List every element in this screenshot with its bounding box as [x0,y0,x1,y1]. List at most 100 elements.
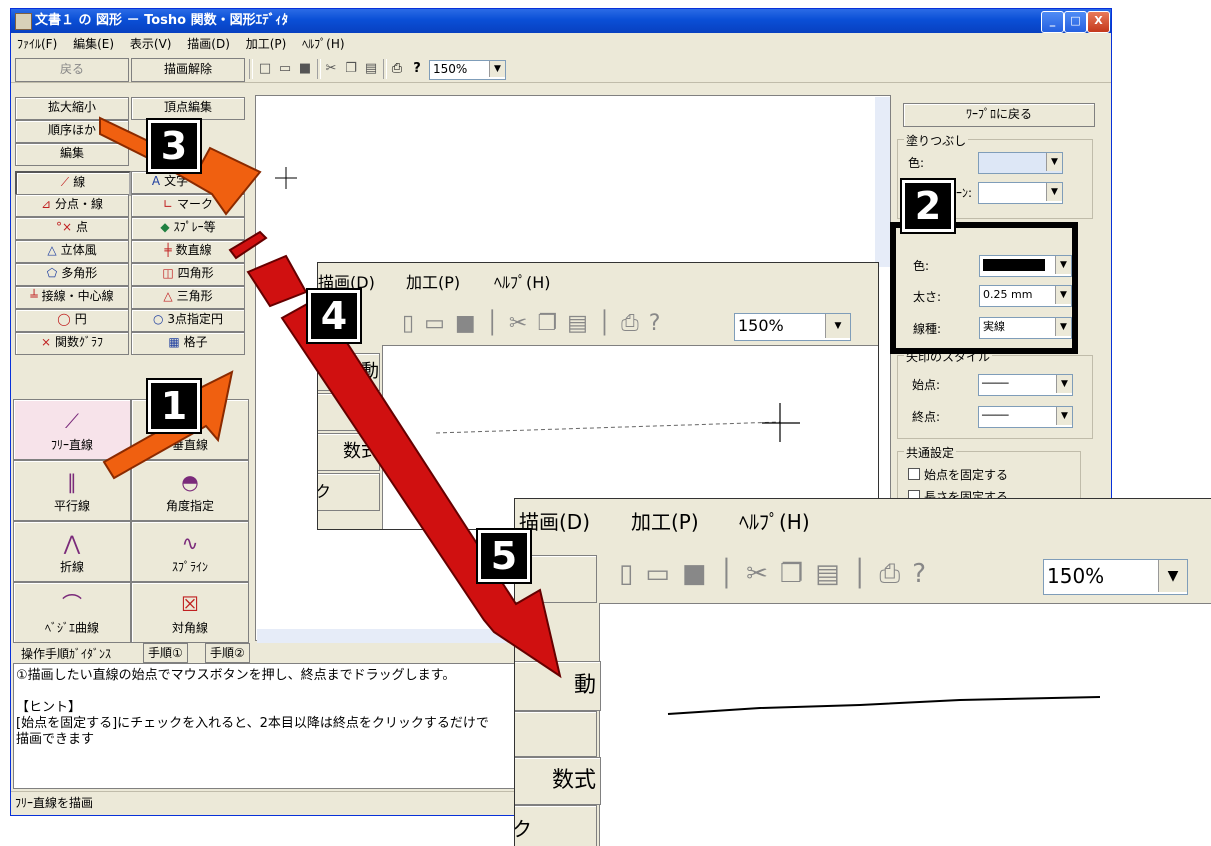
tool-rectangle[interactable]: ◫ 四角形 [131,263,245,286]
zoom-select[interactable]: 150% ▼ [429,60,506,80]
back-to-word-button[interactable]: ﾜｰﾌﾟﾛに戻る [903,103,1095,127]
close-button[interactable]: X [1087,11,1110,33]
chevron-down-icon: ▼ [1056,407,1072,425]
toolbar-separator [317,59,321,79]
zoom-panel-4: 描画(D) 加工(P) ﾍﾙﾌﾟ(H) ▯▭■│✂❐▤│⎙? 150% ▼ 動 … [317,262,879,530]
zoom5-side-button[interactable]: 動 [515,661,601,711]
menu-help[interactable]: ﾍﾙﾌﾟ(H) [494,263,551,303]
callout-5: 5 [476,528,532,584]
circle-icon: ◯ [57,312,71,326]
menu-draw[interactable]: 描画(D) [187,37,230,51]
diagonal-button[interactable]: ☒ 対角線 [131,582,249,643]
callout-4: 4 [306,288,362,344]
tool-division[interactable]: ⊿ 分点・線 [15,194,129,217]
zoom-value: 150% [433,62,468,76]
bezier-button[interactable]: ⌒ ﾍﾞｼﾞｴ曲線 [13,582,131,643]
chevron-down-icon: ▼ [825,314,850,338]
menu-process[interactable]: 加工(P) [631,499,699,545]
zoom4-zoom-select[interactable]: 150% ▼ [734,313,851,341]
tool-circle[interactable]: ◯ 円 [15,309,129,332]
menu-help[interactable]: ﾍﾙﾌﾟ(H) [739,499,810,545]
menu-file[interactable]: ﾌｧｲﾙ(F) [17,37,57,51]
function-graph-icon: ⨯ [40,335,52,349]
circle-3pt-icon: ○ [152,312,164,326]
scale-button[interactable]: 拡大縮小 [15,97,129,120]
back-button[interactable]: 戻る [15,58,129,82]
polyline-button[interactable]: ⋀ 折線 [13,521,131,582]
fill-color-select[interactable]: ▼ [978,152,1063,174]
end-label: 終点: [912,410,941,424]
tab-step-1[interactable]: 手順① [143,643,188,663]
vertical-scrollbar[interactable] [875,97,890,267]
edit-button[interactable]: 編集 [15,143,129,166]
clear-drawing-button[interactable]: 描画解除 [131,58,245,82]
tool-tangent[interactable]: ╧ 接線・中心線 [15,286,129,309]
free-line-button[interactable]: ⟋ ﾌﾘｰ直線 [13,399,131,460]
print-icon[interactable]: ⎙ [389,61,405,77]
diagonal-icon: ☒ [181,592,199,616]
tool-polygon[interactable]: ⬠ 多角形 [15,263,129,286]
toolbar-separator [383,59,387,79]
vertex-edit-button[interactable]: 頂点編集 [131,97,245,120]
tangent-icon: ╧ [30,289,38,303]
zoom4-side-button[interactable]: 数式 [318,433,380,471]
zoom5-side-button[interactable]: 数式 [515,757,601,805]
tool-triangle[interactable]: △ 三角形 [131,286,245,309]
spline-icon: ∿ [181,531,199,555]
callout-3: 3 [146,118,202,174]
zoom5-menu: 描画(D) 加工(P) ﾍﾙﾌﾟ(H) [515,499,1211,545]
menu-help[interactable]: ﾍﾙﾌﾟ(H) [302,37,344,51]
start-arrow-select[interactable]: ──── ▼ [978,374,1073,396]
parallel-button[interactable]: ∥ 平行線 [13,460,131,521]
toolbar: 戻る 描画解除 □ ▭ ■ ✂ ❐ ▤ ⎙ ? 150% ▼ [11,55,1111,83]
tool-number-line[interactable]: ╪ 数直線 [131,240,245,263]
menu-view[interactable]: 表示(V) [130,37,172,51]
tab-step-2[interactable]: 手順② [205,643,250,663]
order-button[interactable]: 順序ほか [15,120,129,143]
point-icon: °× [55,220,73,234]
zoom5-side-button[interactable] [515,711,597,757]
copy-icon[interactable]: ❐ [343,61,359,77]
tool-3pt-circle[interactable]: ○ 3点指定円 [131,309,245,332]
save-icon[interactable]: ■ [297,61,313,77]
fix-start-checkbox[interactable]: 始点を固定する [908,466,1008,483]
zoom4-menu: 描画(D) 加工(P) ﾍﾙﾌﾟ(H) [318,263,878,303]
pattern-select[interactable]: ▼ [978,182,1063,204]
zoom4-side-button[interactable] [318,393,380,431]
tool-grid[interactable]: ▦ 格子 [131,332,245,355]
paste-icon[interactable]: ▤ [363,61,379,77]
menu-bar: ﾌｧｲﾙ(F) 編集(E) 表示(V) 描画(D) 加工(P) ﾍﾙﾌﾟ(H) [11,34,1111,54]
tool-point[interactable]: °× 点 [15,217,129,240]
zoom4-side-button[interactable]: ク [318,473,380,511]
end-arrow-select[interactable]: ──── ▼ [978,406,1073,428]
menu-process[interactable]: 加工(P) [246,37,287,51]
menu-process[interactable]: 加工(P) [406,263,460,303]
tool-spray[interactable]: ◆ ｽﾌﾟﾚｰ等 [131,217,245,240]
zoom4-side-button[interactable]: 動 [318,353,380,391]
help-icon[interactable]: ? [409,61,425,77]
angle-button[interactable]: ◓ 角度指定 [131,460,249,521]
polyline-icon: ⋀ [63,531,81,555]
mark-icon: ∟ [162,197,174,211]
app-icon [15,13,32,30]
new-file-icon[interactable]: □ [257,61,273,77]
tool-text[interactable]: A 文字・数式 [131,171,245,194]
division-icon: ⊿ [40,197,52,211]
menu-edit[interactable]: 編集(E) [73,37,114,51]
cut-icon[interactable]: ✂ [323,61,339,77]
title-bar[interactable]: 文書１ の 図形 － Tosho 関数・図形ｴﾃﾞｨﾀ _ □ X [11,9,1111,33]
rectangle-icon: ◫ [162,266,174,280]
chevron-down-icon: ▼ [1046,153,1062,171]
zoom5-side-button[interactable]: ク [515,805,597,846]
text-icon: A [151,174,161,188]
open-folder-icon[interactable]: ▭ [277,61,293,77]
tool-line[interactable]: ⟋ 線 [15,171,131,196]
tool-function-graph[interactable]: ⨯ 関数ｸﾞﾗﾌ [15,332,129,355]
tool-mark[interactable]: ∟ マーク [131,194,245,217]
tool-solid[interactable]: △ 立体風 [15,240,129,263]
zoom5-zoom-select[interactable]: 150% ▼ [1043,559,1188,595]
zoom5-canvas [599,603,1211,846]
minimize-button[interactable]: _ [1041,11,1064,33]
maximize-button[interactable]: □ [1064,11,1087,33]
spline-button[interactable]: ∿ ｽﾌﾟﾗｲﾝ [131,521,249,582]
